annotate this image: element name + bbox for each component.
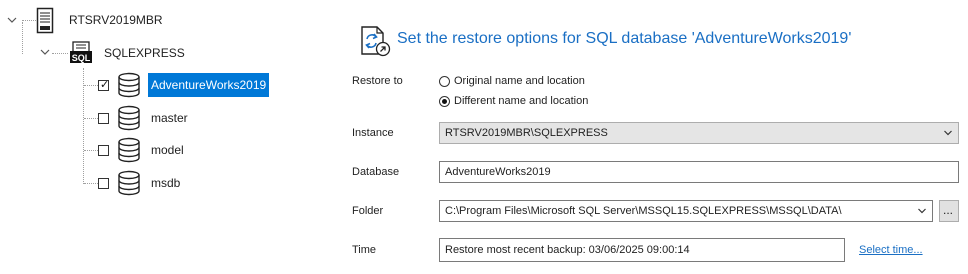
- tree-instance-label[interactable]: SQLEXPRESS: [104, 45, 185, 61]
- database-checkbox[interactable]: [98, 178, 109, 189]
- time-label: Time: [352, 244, 377, 256]
- database-checkbox[interactable]: [98, 113, 109, 124]
- tree-database-label[interactable]: msdb: [151, 175, 180, 191]
- chevron-down-icon[interactable]: [7, 15, 17, 25]
- restore-to-label: Restore to: [352, 75, 403, 87]
- original-location-radio[interactable]: [439, 76, 450, 87]
- database-name-input[interactable]: AdventureWorks2019: [439, 161, 959, 183]
- database-icon: [118, 72, 140, 98]
- checkmark-icon: ✓: [100, 79, 110, 91]
- restore-time-value: Restore most recent backup: 03/06/2025 0…: [445, 244, 690, 256]
- database-icon: [118, 170, 140, 196]
- sql-badge: SQL: [72, 53, 91, 63]
- tree-database-label[interactable]: master: [151, 110, 188, 126]
- tree-server-label[interactable]: RTSRV2019MBR: [69, 12, 163, 28]
- server-icon: [36, 7, 54, 34]
- chevron-down-icon[interactable]: [40, 47, 50, 57]
- page-title: Set the restore options for SQL database…: [397, 30, 852, 47]
- original-location-label[interactable]: Original name and location: [454, 75, 585, 87]
- instance-label: Instance: [352, 127, 394, 139]
- folder-combo[interactable]: C:\Program Files\Microsoft SQL Server\MS…: [439, 200, 933, 222]
- different-location-label[interactable]: Different name and location: [454, 95, 588, 107]
- database-checkbox[interactable]: [98, 145, 109, 156]
- instance-select[interactable]: RTSRV2019MBR\SQLEXPRESS: [439, 122, 959, 144]
- chevron-down-icon: [944, 130, 952, 136]
- restore-time-field: Restore most recent backup: 03/06/2025 0…: [439, 238, 845, 262]
- chevron-down-icon: [918, 208, 926, 214]
- tree-database-label[interactable]: model: [151, 142, 184, 158]
- database-label: Database: [352, 166, 400, 178]
- sql-instance-icon: SQL: [70, 41, 92, 63]
- database-checkbox[interactable]: ✓: [98, 79, 110, 91]
- restore-document-icon: [361, 26, 391, 57]
- instance-value: RTSRV2019MBR\SQLEXPRESS: [445, 127, 608, 139]
- select-time-link[interactable]: Select time...: [859, 244, 923, 256]
- database-name-value: AdventureWorks2019: [445, 166, 551, 178]
- database-icon: [118, 105, 140, 131]
- different-location-radio[interactable]: [439, 96, 450, 107]
- browse-folder-button[interactable]: ...: [939, 200, 959, 222]
- database-icon: [118, 137, 140, 163]
- folder-path-value: C:\Program Files\Microsoft SQL Server\MS…: [445, 205, 842, 217]
- browse-button-label: ...: [943, 203, 954, 217]
- tree-database-label[interactable]: AdventureWorks2019: [148, 73, 270, 97]
- folder-label: Folder: [352, 205, 384, 217]
